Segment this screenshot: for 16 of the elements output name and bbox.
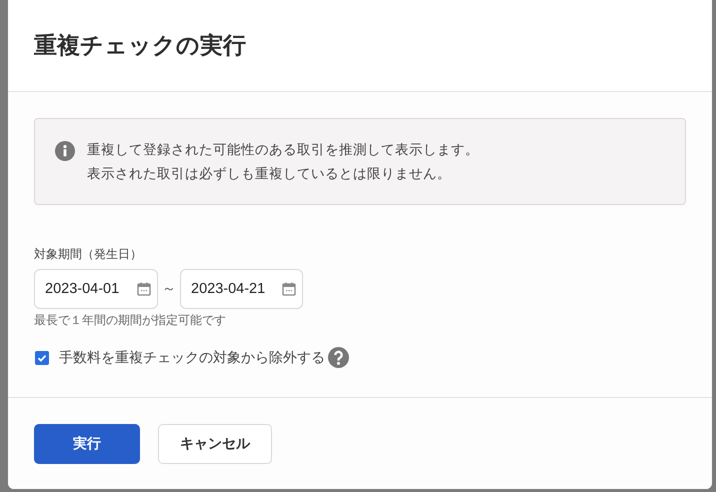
field-hint: 最長で１年間の期間が指定可能です bbox=[34, 312, 227, 329]
cancel-button[interactable]: キャンセル bbox=[158, 424, 272, 464]
notice-text: 重複して登録された可能性のある取引を推測して表示します。 bbox=[87, 141, 479, 160]
calendar-icon[interactable] bbox=[137, 282, 151, 296]
help-icon[interactable] bbox=[328, 347, 349, 368]
field-label: 対象期間（発生日） bbox=[34, 246, 143, 263]
info-icon bbox=[55, 141, 75, 161]
calendar-icon[interactable] bbox=[282, 282, 296, 296]
notice-text: 表示された取引は必ずしも重複しているとは限りません。 bbox=[87, 165, 452, 184]
checkbox[interactable] bbox=[35, 350, 49, 364]
dialog-title: 重複チェックの実行 bbox=[34, 32, 246, 61]
date-field[interactable]: 2023-04-01 bbox=[34, 269, 158, 309]
checkbox-label[interactable]: 手数料を重複チェックの対象から除外する bbox=[59, 348, 325, 366]
run-button[interactable]: 実行 bbox=[34, 424, 140, 464]
range-separator: ～ bbox=[161, 280, 177, 298]
date-field[interactable]: 2023-04-21 bbox=[180, 269, 303, 309]
